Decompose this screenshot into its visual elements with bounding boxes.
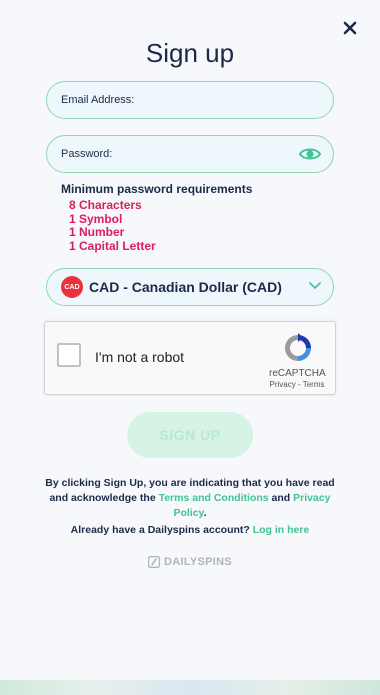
recaptcha-terms-link[interactable]: Terms [303,380,325,389]
login-prompt-text: Already have a Dailyspins account? [70,524,250,536]
requirement-item: 8 Characters [69,198,142,212]
password-requirements-title: Minimum password requirements [61,182,253,196]
page-title: Sign up [145,38,235,68]
currency-selected-value: CAD - Canadian Dollar (CAD) [89,279,282,295]
chevron-down-icon[interactable] [309,281,321,291]
currency-select[interactable]: CAD CAD - Canadian Dollar (CAD) [46,268,334,306]
recaptcha-widget: I'm not a robot reCAPTCHA Privacy - Term… [44,321,336,395]
recaptcha-links: Privacy - Terms [269,380,325,389]
recaptcha-label: I'm not a robot [95,349,185,365]
password-requirements-list: 8 Characters 1 Symbol 1 Number 1 Capital… [69,198,156,253]
requirement-item: 1 Symbol [69,211,123,226]
brand-name: DAILYSPINS [163,556,232,568]
legal-notice: By clicking Sign Up, you are indicating … [36,476,344,521]
signup-page: Sign up Email Address: Password: Minimum… [0,0,380,695]
recaptcha-checkbox[interactable] [57,343,81,367]
dailyspins-logo-icon [147,556,160,568]
signup-button[interactable]: SIGN UP [127,412,253,458]
eye-icon[interactable] [298,145,322,163]
recaptcha-links-separator: - [295,380,303,389]
legal-suffix: . [203,507,207,519]
currency-flag-badge: CAD [61,276,83,298]
terms-and-conditions-link[interactable]: Terms and Conditions [159,492,269,504]
email-label: Email Address: [61,94,135,106]
close-icon[interactable] [338,16,362,40]
recaptcha-icon [285,333,311,361]
brand-footer: DAILYSPINS [0,556,380,568]
password-label: Password: [61,148,113,160]
login-link[interactable]: Log in here [253,524,310,536]
requirement-item: 1 Capital Letter [69,238,156,253]
recaptcha-brand: reCAPTCHA [269,368,326,379]
login-prompt: Already have a Dailyspins account? Log i… [0,524,380,536]
password-field[interactable]: Password: [46,135,334,173]
email-field[interactable]: Email Address: [46,81,334,119]
legal-middle: and [268,492,294,504]
bottom-decoration [0,680,380,695]
recaptcha-privacy-link[interactable]: Privacy [270,380,296,389]
requirement-item: 1 Number [69,225,125,239]
